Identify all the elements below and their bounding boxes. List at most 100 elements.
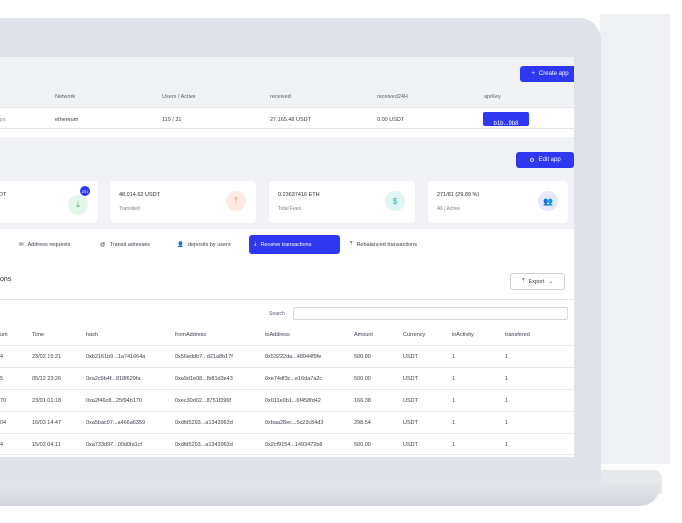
cell-to-address: 0x011e0b1...6f458fd42 [265,398,321,404]
table-row[interactable]: 04 16/03 14:47 0xa5bac97...a466a6359 0xd… [0,411,574,433]
table-row[interactable]: 70 23/01 01:18 0xa2f46c8...25f94b170 0xe… [0,389,574,411]
cell-hash: 0xa2c9b4f...818f629fa [86,376,141,382]
edit-app-button[interactable]: ⚙ Edit app [516,152,574,168]
col-num: um [0,332,8,338]
create-app-button[interactable]: + Create app [520,66,574,82]
received-value: 27,165.48 USDT [270,117,311,123]
col-received24h: received24H [377,94,408,100]
users-active-value: 119 / 31 [162,117,182,123]
stat-value: 271/81 (29.89 %) [437,192,480,198]
stat-value: 48,014.62 USDT [119,192,160,198]
cell-from-address: 0x56eddb7...d21a8b17f [175,354,233,360]
section-title: ons [0,276,12,283]
stat-card-fees: 0.23637416 ETH Total Fees $ [269,181,415,223]
cell-amount: 500.80 [354,354,371,360]
cell-amount: 298.54 [354,420,371,426]
export-label: Export [528,278,545,285]
laptop-base [0,484,660,506]
cell-currency: USDT [403,354,418,360]
cell-time: 23/01 01:18 [32,398,62,404]
tab-label: Address requests [27,241,71,248]
stat-label: All / Active [437,206,461,212]
create-app-label: Create app [538,71,569,77]
badge-count: 201 [81,188,89,194]
col-from-address: fromAddress [175,332,207,338]
user-icon: 👤 [177,241,184,248]
cell-from-address: 0xdfd5293...a1343963d [175,442,233,448]
users-icon: 👥 [538,191,558,211]
cell-hash: 0xb2161b9...1a741664a [86,354,146,360]
cell-currency: USDT [403,376,418,382]
tab-transit-adresses[interactable]: @ Transit adresses [95,235,155,254]
tabs-bar: ✉ Address requests @ Transit adresses 👤 … [0,235,574,257]
apps-table-header: Network Users / Active received received… [0,87,574,107]
chevron-down-icon: ⌄ [548,278,553,285]
cell-inactivity: 1 [452,398,456,404]
gear-icon: ⚙ [529,157,535,164]
table-row[interactable]: ps ethereum 119 / 31 27,165.48 USDT 0.00… [0,107,574,129]
stat-label: Transited [119,206,140,212]
cell-hash: 0xa2f46c8...25f94b170 [86,398,142,404]
cell-amount: 166.38 [354,398,371,404]
col-apikey: apiKey [484,94,501,100]
apikey-button[interactable]: b1b...9b8 [483,112,529,127]
divider [0,299,574,300]
export-button[interactable]: ⤒ Export ⌄ [510,273,565,290]
apps-section: + Create app Network Users / Active rece… [0,57,574,129]
cell-to-address: 0x2cf9154...1493472b8 [265,442,323,448]
cell-transfered: 1 [505,420,509,426]
cell-from-address: 0xec30d02...8751f396f [175,398,231,404]
at-icon: @ [100,241,106,248]
stat-card-received: DT ⤓ 201 [0,181,98,223]
count-badge: 201 [80,186,90,196]
table-row[interactable]: 4 23/02 15:21 0xb2161b9...1a741664a 0x56… [0,345,574,367]
cell-transfered: 1 [505,442,509,448]
tab-receive-transactions[interactable]: ⤓ Receive transactions [249,235,340,254]
col-time: Time [32,332,45,338]
tab-label: Transit adresses [109,241,151,248]
edit-app-label: Edit app [538,157,561,163]
app-name: ps [0,117,6,123]
download-icon: ⤓ [68,195,88,215]
cell-amount: 500.00 [354,442,371,448]
cell-num: 04 [0,420,7,426]
cell-to-address: 0xe74df3c...e16da7a2c [265,376,323,382]
col-hash: hash [86,332,98,338]
col-inactivity: inActivity [452,332,474,338]
col-transfered: transfered [505,332,530,338]
stat-label: Total Fees [278,206,302,212]
upload-icon: ⤒ [522,278,525,284]
col-to-address: toAddress [265,332,290,338]
download-icon: ⤓ [254,241,257,247]
transactions-table-header: um Time hash fromAddress toAddress Amoun… [0,325,574,345]
cell-inactivity: 1 [452,354,456,360]
cell-hash: 0xa733d97...00d0fa1cf [86,442,142,448]
tab-rebalanced-transactions[interactable]: ⤒ Rebalanced transactions [345,235,422,254]
upload-icon: ⤒ [226,191,246,211]
table-row[interactable]: 5 05/12 23:26 0xa2c9b4f...818f629fa 0xa9… [0,367,574,389]
cell-inactivity: 1 [452,420,456,426]
tab-deposits-by-users[interactable]: 👤 deposits by users [172,235,236,254]
table-row[interactable]: 4 15/02 04:11 0xa733d97...00d0fa1cf 0xdf… [0,433,574,455]
col-currency: Currency [403,332,426,338]
cell-hash: 0xa5bac97...a466a6359 [86,420,146,426]
cell-currency: USDT [403,420,418,426]
network-value: ethereum [55,117,79,123]
cell-num: 5 [0,376,4,382]
cell-from-address: 0xa9d1e08...fb81d3e43 [175,376,233,382]
tab-address-requests[interactable]: ✉ Address requests [14,235,75,254]
cell-to-address: 0xbaa28ec...5c23c84d3 [265,420,324,426]
stat-card-users: 271/81 (29.89 %) All / Active 👥 [428,181,568,223]
search-input[interactable] [293,307,568,320]
cell-time: 15/02 04:11 [32,442,61,448]
received24h-value: 0.00 USDT [377,117,405,123]
cell-to-address: 0x53222da...48044f9fe [265,354,322,360]
cell-transfered: 1 [505,398,509,404]
cell-currency: USDT [403,442,418,448]
cell-amount: 500.00 [354,376,371,382]
cell-inactivity: 1 [452,442,456,448]
cell-num: 70 [0,398,7,404]
dollar-icon: $ [385,191,405,211]
cell-from-address: 0xdfd5293...a1343963d [175,420,233,426]
cell-transfered: 1 [505,354,509,360]
